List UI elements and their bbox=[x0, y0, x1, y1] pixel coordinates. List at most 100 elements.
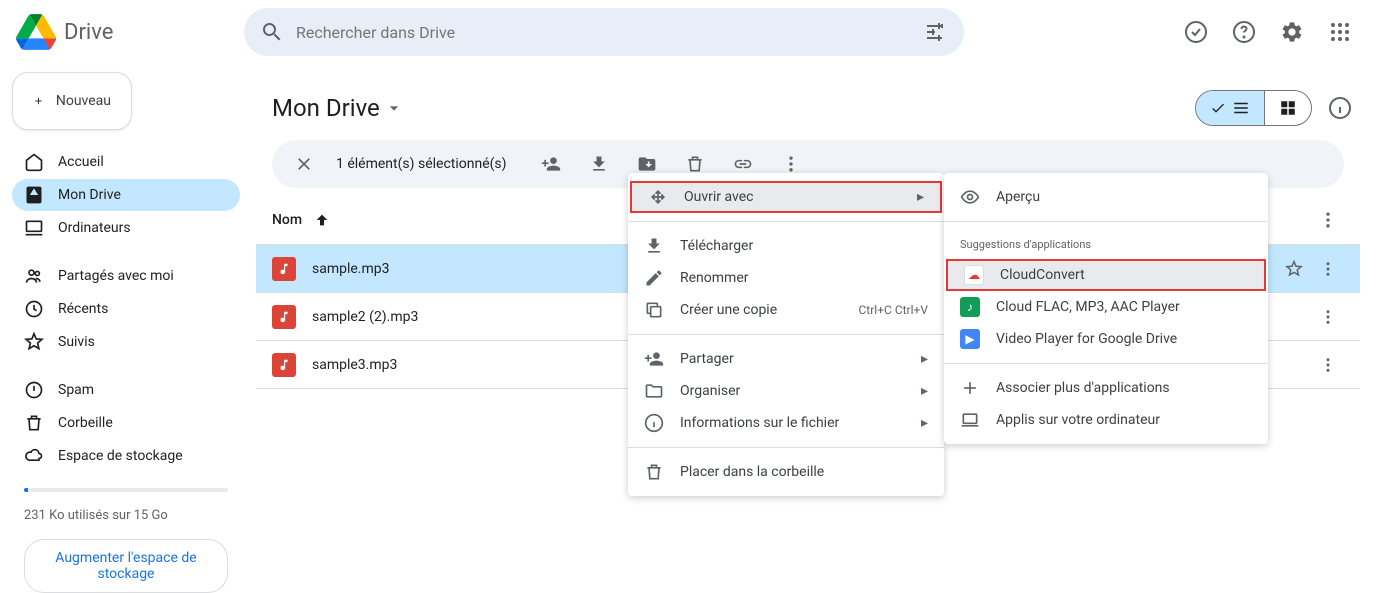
header-icons bbox=[1176, 12, 1360, 52]
list-icon bbox=[1232, 99, 1250, 117]
list-view-button[interactable] bbox=[1196, 91, 1265, 125]
breadcrumb[interactable]: Mon Drive bbox=[272, 94, 404, 122]
storage-info: 231 Ko utilisés sur 15 Go bbox=[12, 500, 240, 531]
open-with-icon bbox=[648, 187, 668, 207]
menu-copy[interactable]: Créer une copie Ctrl+C Ctrl+V bbox=[628, 294, 944, 326]
menu-share[interactable]: Partager ▸ bbox=[628, 343, 944, 375]
chevron-right-icon: ▸ bbox=[921, 415, 928, 431]
file-name: sample3.mp3 bbox=[312, 357, 642, 373]
search-options-icon[interactable] bbox=[924, 20, 948, 44]
video-player-icon: ▶ bbox=[960, 329, 980, 349]
column-more-button[interactable] bbox=[1312, 204, 1344, 236]
submenu-apps-computer[interactable]: Applis sur votre ordinateur bbox=[944, 404, 1268, 436]
sidebar-item-spam[interactable]: Spam bbox=[12, 374, 240, 406]
menu-label: Partager bbox=[680, 351, 734, 367]
logo-area[interactable]: Drive bbox=[16, 12, 236, 52]
file-name: sample.mp3 bbox=[312, 261, 642, 277]
menu-download[interactable]: Télécharger bbox=[628, 230, 944, 262]
menu-label: Organiser bbox=[680, 383, 740, 399]
menu-rename[interactable]: Renommer bbox=[628, 262, 944, 294]
chevron-down-icon bbox=[384, 98, 404, 118]
sidebar-item-label: Suivis bbox=[58, 334, 95, 350]
submenu-connect-apps[interactable]: Associer plus d'applications bbox=[944, 372, 1268, 404]
menu-label: Informations sur le fichier bbox=[680, 415, 839, 431]
close-selection-button[interactable] bbox=[284, 144, 324, 184]
submenu-label: Applis sur votre ordinateur bbox=[996, 412, 1160, 428]
submenu-video-player[interactable]: ▶ Video Player for Google Drive bbox=[944, 323, 1268, 355]
row-more-icon[interactable] bbox=[1312, 349, 1344, 381]
edit-icon bbox=[644, 268, 664, 288]
menu-shortcut: Ctrl+C Ctrl+V bbox=[859, 303, 929, 317]
submenu-label: CloudConvert bbox=[1000, 267, 1085, 283]
search-input[interactable] bbox=[296, 23, 912, 42]
menu-trash[interactable]: Placer dans la corbeille bbox=[628, 456, 944, 488]
sidebar-item-label: Espace de stockage bbox=[58, 448, 183, 464]
menu-organize[interactable]: Organiser ▸ bbox=[628, 375, 944, 407]
menu-label: Placer dans la corbeille bbox=[680, 464, 824, 480]
people-icon bbox=[24, 266, 44, 286]
clock-icon bbox=[24, 299, 44, 319]
search-icon bbox=[260, 20, 284, 44]
spam-icon bbox=[24, 380, 44, 400]
row-star-icon[interactable] bbox=[1278, 253, 1310, 285]
product-name: Drive bbox=[64, 20, 113, 45]
menu-label: Créer une copie bbox=[680, 302, 777, 318]
cloud-icon bbox=[24, 446, 44, 466]
row-more-icon[interactable] bbox=[1312, 301, 1344, 333]
audio-file-icon bbox=[272, 305, 296, 329]
new-label: Nouveau bbox=[56, 93, 111, 109]
help-icon[interactable] bbox=[1224, 12, 1264, 52]
sidebar-item-recent[interactable]: Récents bbox=[12, 293, 240, 325]
search-bar[interactable] bbox=[244, 8, 964, 56]
menu-open-with[interactable]: Ouvrir avec ▸ bbox=[630, 181, 942, 213]
sidebar-item-label: Partagés avec moi bbox=[58, 268, 174, 284]
download-button[interactable] bbox=[579, 144, 619, 184]
plus-icon bbox=[33, 89, 44, 113]
offline-icon[interactable] bbox=[1176, 12, 1216, 52]
submenu-preview[interactable]: Aperçu bbox=[944, 181, 1268, 213]
drive-logo-icon bbox=[16, 12, 56, 52]
submenu-flac-player[interactable]: ♪ Cloud FLAC, MP3, AAC Player bbox=[944, 291, 1268, 323]
suggestions-header: Suggestions d'applications bbox=[944, 230, 1268, 259]
view-toggles bbox=[1195, 88, 1360, 128]
sidebar-item-label: Mon Drive bbox=[58, 187, 121, 203]
sidebar-item-home[interactable]: Accueil bbox=[12, 146, 240, 178]
check-icon bbox=[1210, 100, 1226, 116]
submenu-label: Aperçu bbox=[996, 189, 1040, 205]
sidebar-item-storage[interactable]: Espace de stockage bbox=[12, 440, 240, 472]
upgrade-button[interactable]: Augmenter l'espace de stockage bbox=[24, 539, 228, 593]
submenu-label: Associer plus d'applications bbox=[996, 380, 1170, 396]
share-button[interactable] bbox=[531, 144, 571, 184]
column-name[interactable]: Nom bbox=[272, 204, 642, 236]
close-icon bbox=[294, 154, 314, 174]
grid-view-button[interactable] bbox=[1265, 91, 1311, 125]
flac-player-icon: ♪ bbox=[960, 297, 980, 317]
open-with-submenu: Aperçu Suggestions d'applications ☁ Clou… bbox=[944, 173, 1268, 444]
sidebar-item-trash[interactable]: Corbeille bbox=[12, 407, 240, 439]
apps-icon[interactable] bbox=[1320, 12, 1360, 52]
sidebar-item-label: Corbeille bbox=[58, 415, 113, 431]
eye-icon bbox=[960, 187, 980, 207]
trash-icon bbox=[24, 413, 44, 433]
submenu-cloudconvert[interactable]: ☁ CloudConvert bbox=[946, 259, 1266, 291]
sidebar-item-starred[interactable]: Suivis bbox=[12, 326, 240, 358]
sidebar-item-shared[interactable]: Partagés avec moi bbox=[12, 260, 240, 292]
submenu-label: Video Player for Google Drive bbox=[996, 331, 1177, 347]
audio-file-icon bbox=[272, 257, 296, 281]
main-header: Mon Drive bbox=[256, 72, 1360, 140]
sidebar-item-my-drive[interactable]: Mon Drive bbox=[12, 179, 240, 211]
settings-icon[interactable] bbox=[1272, 12, 1312, 52]
sidebar-item-label: Récents bbox=[58, 301, 108, 317]
info-icon[interactable] bbox=[1320, 88, 1360, 128]
menu-label: Ouvrir avec bbox=[684, 189, 753, 205]
row-more-icon[interactable] bbox=[1312, 253, 1344, 285]
cloudconvert-icon: ☁ bbox=[964, 265, 984, 285]
sidebar-item-computers[interactable]: Ordinateurs bbox=[12, 212, 240, 244]
info-icon bbox=[644, 413, 664, 433]
drive-icon bbox=[24, 185, 44, 205]
menu-label: Télécharger bbox=[680, 238, 753, 254]
storage-bar bbox=[24, 488, 228, 492]
chevron-right-icon: ▸ bbox=[917, 189, 924, 205]
new-button[interactable]: Nouveau bbox=[12, 72, 132, 130]
menu-info[interactable]: Informations sur le fichier ▸ bbox=[628, 407, 944, 439]
